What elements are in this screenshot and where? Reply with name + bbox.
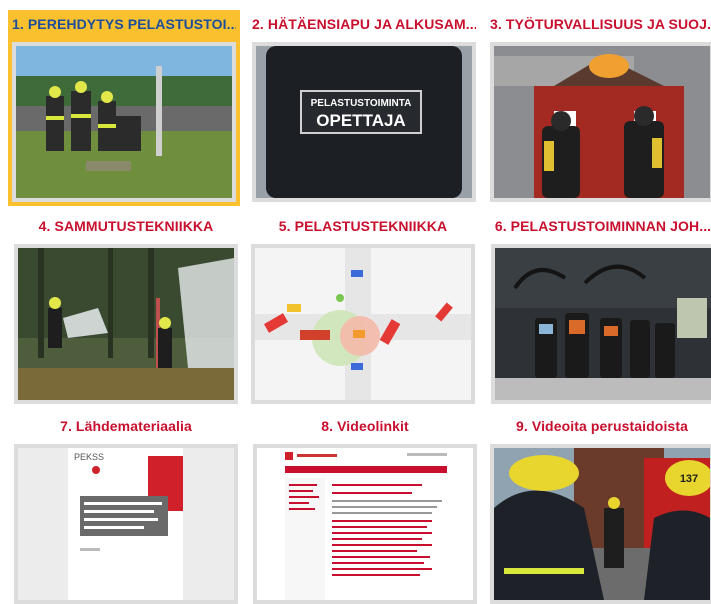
helmet-number: 137: [680, 473, 698, 485]
tile-thumbnail[interactable]: PELASTUSTOIMINTA OPETTAJA: [252, 42, 476, 202]
tile-thumbnail[interactable]: [491, 244, 711, 404]
course-tile-6[interactable]: 6. PELASTUSTOIMINNAN JOH...: [491, 216, 711, 404]
radio-devices-image: [495, 248, 711, 400]
tile-thumbnail[interactable]: [253, 444, 477, 604]
extinguishing-image: [18, 248, 234, 400]
course-tile-2[interactable]: 2. HÄTÄENSIAPU JA ALKUSAM... PELASTUSTOI…: [252, 14, 476, 202]
course-tile-9[interactable]: 9. Videoita perustaidoista 137: [490, 416, 711, 604]
tile-title[interactable]: 3. TYÖTURVALLISUUS JA SUOJ...: [490, 14, 711, 34]
tile-thumbnail[interactable]: PEKSS: [14, 444, 238, 604]
tile-title[interactable]: 8. Videolinkit: [253, 416, 477, 436]
tile-title[interactable]: 4. SAMMUTUSTEKNIIKKA: [14, 216, 238, 236]
course-tile-7[interactable]: 7. Lähdemateriaalia PEKSS: [14, 416, 238, 604]
tile-title[interactable]: 2. HÄTÄENSIAPU JA ALKUSAM...: [252, 14, 476, 34]
tile-title[interactable]: 6. PELASTUSTOIMINNAN JOH...: [491, 216, 711, 236]
road-accident-diagram: [255, 248, 471, 400]
course-tile-5[interactable]: 5. PELASTUSTEKNIIKKA: [251, 216, 475, 404]
course-tile-1[interactable]: 1. PEREHDYTYS PELASTUSTOI...: [8, 10, 240, 206]
tile-title[interactable]: 5. PELASTUSTEKNIIKKA: [251, 216, 475, 236]
burning-house-image: [494, 46, 710, 198]
tile-thumbnail[interactable]: [12, 42, 236, 202]
tile-thumbnail[interactable]: [490, 42, 711, 202]
course-tile-8[interactable]: 8. Videolinkit: [253, 416, 477, 604]
tile-title[interactable]: 1. PEREHDYTYS PELASTUSTOI...: [12, 14, 236, 34]
tile-thumbnail[interactable]: [14, 244, 238, 404]
tile-thumbnail[interactable]: [251, 244, 475, 404]
tile-title[interactable]: 7. Lähdemateriaalia: [14, 416, 238, 436]
course-tile-3[interactable]: 3. TYÖTURVALLISUUS JA SUOJ...: [490, 14, 711, 202]
instructor-vest-image: PELASTUSTOIMINTA OPETTAJA: [256, 46, 472, 198]
video-links-page-image: [257, 448, 473, 600]
tile-title[interactable]: 9. Videoita perustaidoista: [490, 416, 711, 436]
source-document-image: PEKSS: [18, 448, 234, 600]
firefighters-basics-image: 137: [494, 448, 710, 600]
vest-label-line2: OPETTAJA: [316, 111, 405, 130]
course-tile-4[interactable]: 4. SAMMUTUSTEKNIIKKA: [14, 216, 238, 404]
firefighters-training-image: [16, 46, 232, 198]
vest-label-line1: PELASTUSTOIMINTA: [311, 98, 412, 109]
tile-thumbnail[interactable]: 137: [490, 444, 711, 604]
document-header: PEKSS: [74, 452, 104, 462]
